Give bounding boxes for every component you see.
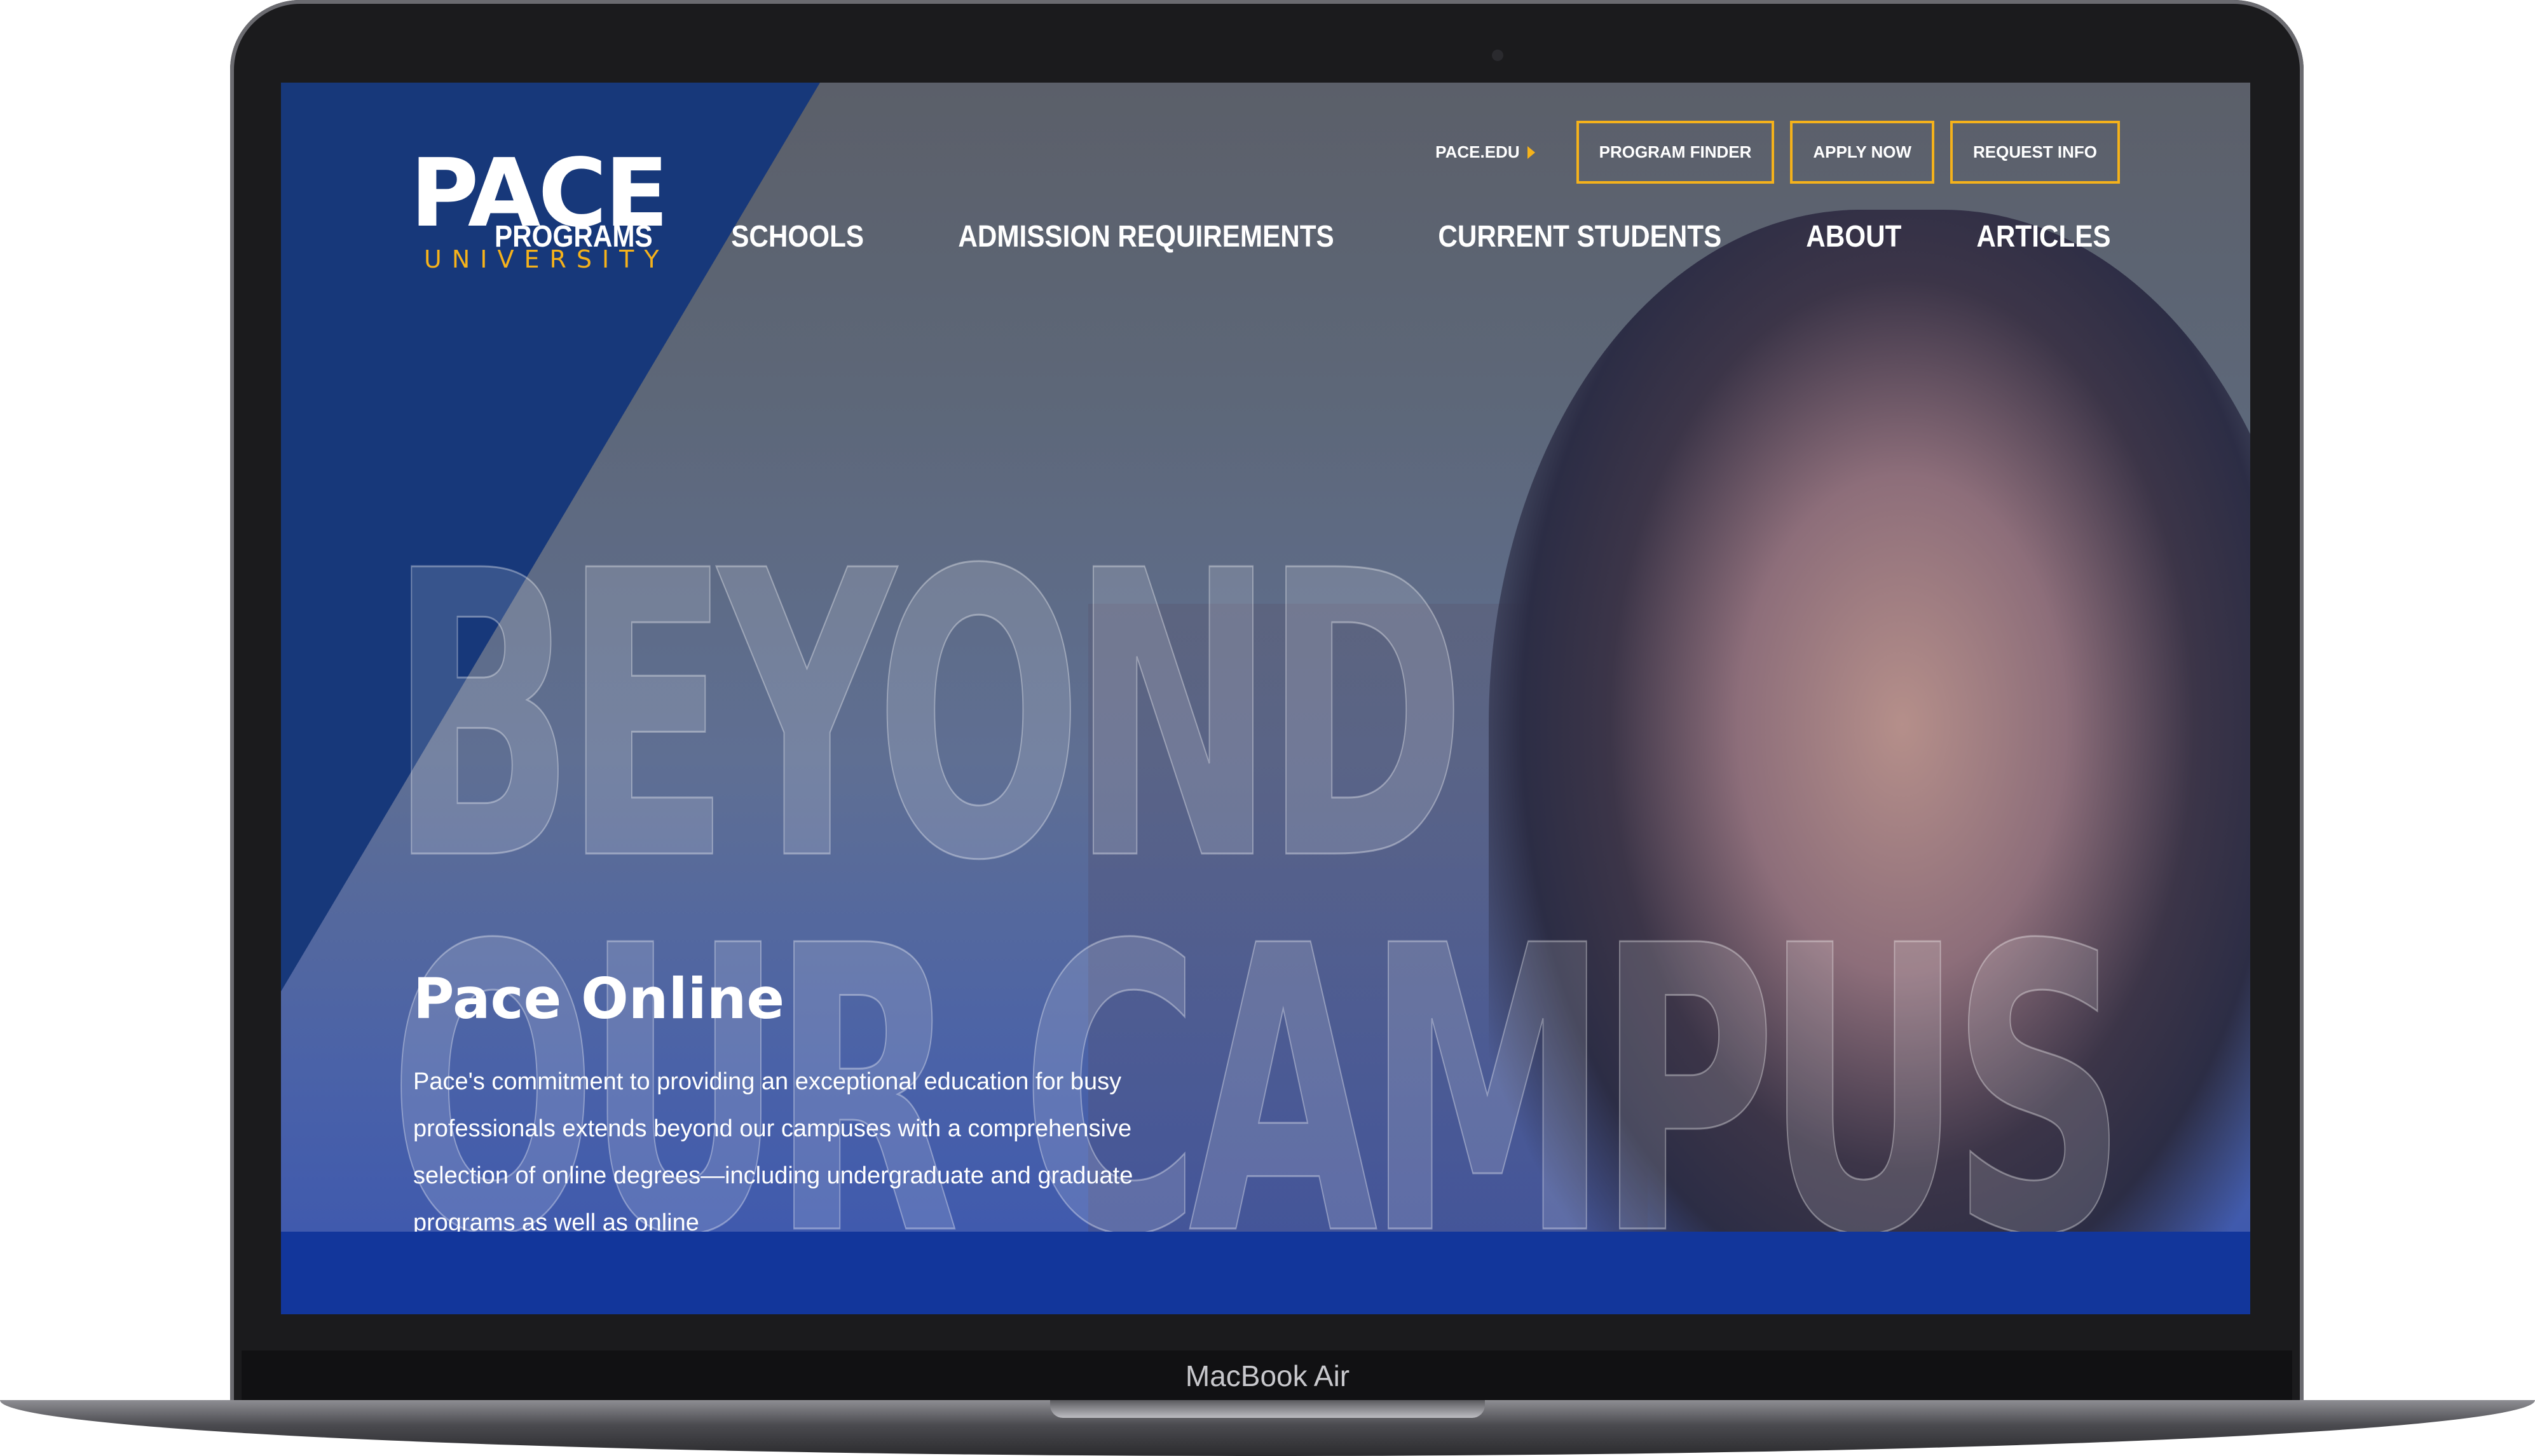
pace-logo[interactable]: PACE UNIVERSITY	[410, 146, 669, 273]
utility-nav: PACE.EDU PROGRAM FINDER APPLY NOW REQUES…	[1435, 121, 2120, 184]
nav-about[interactable]: ABOUT	[1807, 219, 1902, 254]
laptop-hinge-notch	[1050, 1400, 1485, 1418]
pace-edu-label: PACE.EDU	[1435, 142, 1520, 161]
pace-edu-link[interactable]: PACE.EDU	[1435, 142, 1535, 162]
device-label: MacBook Air	[1185, 1359, 1350, 1392]
request-info-button[interactable]: REQUEST INFO	[1950, 121, 2120, 184]
apply-now-button[interactable]: APPLY NOW	[1790, 121, 1934, 184]
nav-articles[interactable]: ARTICLES	[1976, 219, 2110, 254]
nav-schools[interactable]: SCHOOLS	[732, 219, 864, 254]
hero-background-text: BEYOND	[388, 489, 1467, 947]
program-finder-button[interactable]: PROGRAM FINDER	[1576, 121, 1775, 184]
main-nav: PROGRAMS SCHOOLS ADMISSION REQUIREMENTS …	[484, 219, 2120, 254]
bottom-bar	[281, 1232, 2250, 1314]
camera	[1492, 50, 1503, 61]
nav-current-students[interactable]: CURRENT STUDENTS	[1438, 219, 1721, 254]
hero-description: Pace's commitment to providing an except…	[413, 1068, 1133, 1236]
website-screen: BEYOND OUR CAMPUS PACE UNIVERSITY PACE.E…	[281, 83, 2250, 1314]
hero-title: Pace Online	[413, 966, 785, 1031]
nav-programs[interactable]: PROGRAMS	[495, 219, 653, 254]
nav-admission-requirements[interactable]: ADMISSION REQUIREMENTS	[958, 219, 1334, 254]
caret-right-icon	[1527, 146, 1535, 159]
